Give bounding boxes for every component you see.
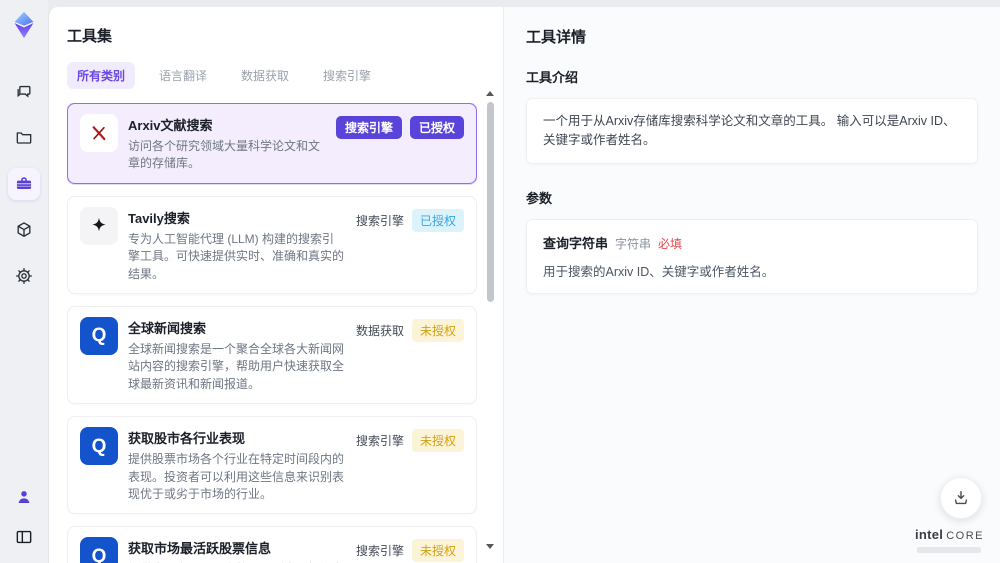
- status-badge: 已授权: [409, 116, 464, 139]
- category-tag: 数据获取: [355, 323, 404, 338]
- intel-wordmark: intel: [914, 527, 944, 542]
- param-desc: 用于搜索的Arxiv ID、关键字或作者姓名。: [543, 264, 775, 279]
- category-tag: 搜索引擎: [355, 434, 404, 449]
- category-tag: 搜索引擎: [335, 116, 402, 139]
- tool-title: Arxiv文献搜索: [128, 118, 213, 133]
- settings-icon[interactable]: [8, 260, 40, 292]
- download-button[interactable]: [940, 477, 982, 519]
- status-badge: 未授权: [411, 318, 464, 342]
- intel-core-logo: intel CORE: [915, 526, 984, 553]
- brand-subbar: [917, 547, 982, 553]
- chat-icon[interactable]: [8, 76, 40, 108]
- news-q-icon: Q: [80, 427, 118, 466]
- tool-detail-panel: 工具详情 工具介绍 一个用于从Arxiv存储库搜索科学论文和文章的工具。 输入可…: [503, 7, 1000, 563]
- tool-desc: 专为人工智能代理 (LLM) 构建的搜索引擎工具。可快速提供实时、准确和真实的结…: [128, 231, 345, 281]
- scroll-down-icon[interactable]: [486, 544, 494, 549]
- params-heading: 参数: [526, 190, 553, 206]
- tavily-star-icon: [80, 206, 118, 245]
- core-wordmark: CORE: [946, 530, 984, 542]
- folder-icon[interactable]: [8, 122, 40, 154]
- tab-data-acquisition[interactable]: 数据获取: [231, 62, 299, 89]
- tools-panel: 工具集 所有类别 语言翻译 数据获取 搜索引擎 Arxiv文献搜索 访问各个研究…: [49, 7, 503, 563]
- intro-heading: 工具介绍: [526, 70, 579, 85]
- scrollbar-thumb[interactable]: [486, 102, 494, 302]
- tab-all-categories[interactable]: 所有类别: [67, 62, 136, 89]
- page-title: 工具集: [67, 28, 113, 45]
- app-logo-icon[interactable]: [7, 8, 41, 42]
- tool-title: 全球新闻搜索: [128, 320, 207, 336]
- status-badge: 已授权: [411, 208, 464, 232]
- intro-box: 一个用于从Arxiv存储库搜索科学论文和文章的工具。 输入可以是Arxiv ID…: [526, 98, 978, 164]
- param-name: 查询字符串: [543, 235, 609, 251]
- tool-desc: 全球新闻搜索是一个聚合全球各大新闻网站内容的搜索引擎，帮助用户快速获取全球最新资…: [128, 341, 345, 391]
- param-required-flag: 必填: [658, 236, 683, 251]
- tool-card-arxiv[interactable]: Arxiv文献搜索 访问各个研究领域大量科学论文和文章的存储库。 搜索引擎 已授…: [67, 103, 477, 184]
- tool-desc: 提供股票市场各个行业在特定时间段内的表现。投资者可以利用这些信息来识别表现优于或…: [128, 452, 345, 501]
- tool-card-active-stocks[interactable]: Q 获取市场最活跃股票信息 提供当天交易量最高的股票列表。投资者可以利用这些信息…: [67, 526, 477, 563]
- tool-title: 获取股市各行业表现: [128, 431, 246, 447]
- tool-desc: 访问各个研究领域大量科学论文和文章的存储库。: [128, 139, 321, 171]
- detail-title: 工具详情: [526, 29, 587, 46]
- param-type: 字符串: [615, 236, 652, 251]
- status-badge: 未授权: [411, 539, 464, 563]
- cube-icon[interactable]: [8, 214, 40, 246]
- sidebar-bottom: [8, 481, 40, 553]
- tool-title: 获取市场最活跃股票信息: [128, 541, 272, 557]
- category-tag: 搜索引擎: [355, 213, 404, 228]
- sidebar-nav: [8, 76, 40, 292]
- status-badge: 未授权: [411, 429, 464, 453]
- tool-list: Arxiv文献搜索 访问各个研究领域大量科学论文和文章的存储库。 搜索引擎 已授…: [67, 103, 477, 563]
- param-box: 查询字符串 字符串 必填 用于搜索的Arxiv ID、关键字或作者姓名。: [526, 218, 978, 294]
- scroll-up-icon[interactable]: [486, 91, 494, 96]
- panel-toggle-icon[interactable]: [8, 521, 40, 553]
- tool-card-tavily[interactable]: Tavily搜索 专为人工智能代理 (LLM) 构建的搜索引擎工具。可快速提供实…: [67, 195, 477, 294]
- tool-card-global-news[interactable]: Q 全球新闻搜索 全球新闻搜索是一个聚合全球各大新闻网站内容的搜索引擎，帮助用户…: [67, 305, 477, 405]
- category-tabs: 所有类别 语言翻译 数据获取 搜索引擎: [67, 62, 477, 89]
- app-root: 工具集 所有类别 语言翻译 数据获取 搜索引擎 Arxiv文献搜索 访问各个研究…: [0, 0, 1000, 563]
- sidebar: [0, 0, 48, 563]
- news-q-icon: Q: [80, 316, 118, 355]
- news-q-icon: Q: [80, 537, 118, 563]
- category-tag: 搜索引擎: [355, 544, 404, 559]
- toolbox-icon[interactable]: [8, 168, 40, 200]
- scrollbar[interactable]: [485, 91, 495, 549]
- tab-language-translation[interactable]: 语言翻译: [149, 62, 217, 89]
- main-content: 工具集 所有类别 语言翻译 数据获取 搜索引擎 Arxiv文献搜索 访问各个研究…: [48, 7, 1000, 563]
- user-icon[interactable]: [8, 481, 40, 513]
- tool-title: Tavily搜索: [128, 210, 190, 226]
- arxiv-icon: [80, 114, 118, 152]
- tab-search-engine[interactable]: 搜索引擎: [313, 62, 381, 89]
- tool-card-stock-sectors[interactable]: Q 获取股市各行业表现 提供股票市场各个行业在特定时间段内的表现。投资者可以利用…: [67, 416, 477, 515]
